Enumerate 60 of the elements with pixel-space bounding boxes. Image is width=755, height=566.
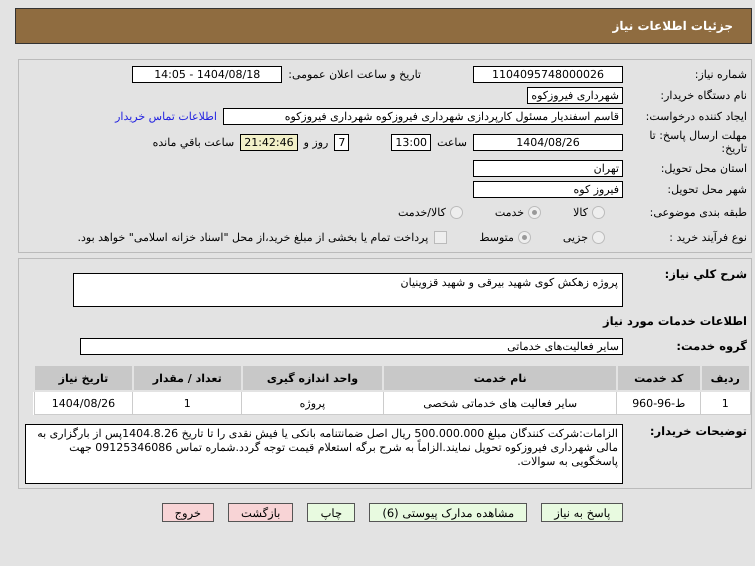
description-field[interactable]: پروژه زهکش کوی شهید بیرقی و شهید قزوینیان xyxy=(73,273,623,307)
action-button[interactable]: پاسخ به نیاز xyxy=(541,503,624,522)
field-label: طبقه بندی موضوعی: xyxy=(648,206,748,218)
deadline-time-field[interactable]: 13:00 xyxy=(391,134,432,150)
buyer-notes-field[interactable]: الزامات:شرکت کنندگان مبلغ 500.000.000 ریال اصل ضمانتنامه بانکی یا فیش نقدی را تا تاریخ 1404.8.26پس از بارگزاری به مالی شهرداری فیروزکوه تحویل نمایند.الزاماً به شرح برگه استعلام قیمت توجه گردد.شماره تماس 09125346086 جهت پاسخگویی به سوالات. xyxy=(25,424,623,484)
column-header: ردیف xyxy=(700,365,750,391)
table-cell: 1 xyxy=(132,391,242,414)
checkbox[interactable] xyxy=(434,230,448,244)
option-label: متوسط xyxy=(479,230,514,244)
table-cell: سایر فعالیت های خدماتی شخصی xyxy=(383,391,617,414)
column-header: واحد اندازه گیری xyxy=(242,365,384,391)
field-label: شهر محل تحویل: xyxy=(666,182,748,196)
option-label: جزیی xyxy=(562,230,588,244)
city-field[interactable]: فیروز کوه xyxy=(473,180,623,198)
field-label: توضیحات خریدار: xyxy=(648,424,748,438)
table-cell: 1 xyxy=(700,391,750,414)
field-label: ساعت xyxy=(437,136,467,148)
radio-button[interactable] xyxy=(528,206,542,218)
province-field[interactable]: تهران xyxy=(473,160,623,176)
field-label: مهلت ارسال پاسخ: تا تاریخ: xyxy=(648,129,748,155)
field-label: تاریخ و ساعت اعلان عمومی: xyxy=(288,68,421,80)
action-button[interactable]: بازگشت xyxy=(228,503,294,522)
radio-button[interactable] xyxy=(592,206,605,218)
radio-button[interactable] xyxy=(592,230,605,244)
column-header: کد خدمت xyxy=(616,365,701,391)
field-label: ساعت باقي مانده xyxy=(152,136,234,148)
announce-date-field[interactable]: 1404/08/18 - 14:05 xyxy=(132,66,282,82)
field-label: شماره نیاز: xyxy=(694,68,748,80)
field-label: استان محل تحویل: xyxy=(660,162,748,174)
field-label: گروه خدمت: xyxy=(675,339,748,353)
service-group-field[interactable]: سایر فعالیت‌های خدماتی xyxy=(80,338,623,354)
option-label: خدمت xyxy=(494,206,524,218)
requester-field[interactable]: قاسم اسفندیار مسئول کارپردازی شهرداری فیروزکوه شهرداری فیروزکوه xyxy=(223,108,623,124)
page-title: جزئیات اطلاعات نیاز xyxy=(612,19,733,33)
field-label: ایجاد کننده درخواست: xyxy=(644,110,748,122)
remaining-time-field[interactable]: 21:42:46 xyxy=(240,134,298,150)
column-header: تاریخ نیاز xyxy=(34,365,133,391)
option-label: کالا/خدمت xyxy=(398,206,446,218)
buyer-org-field[interactable]: شهرداری فیروزکوه xyxy=(527,86,623,104)
column-header: نام خدمت xyxy=(383,365,617,391)
section-heading: اطلاعات خدمات مورد نیاز xyxy=(603,314,748,328)
table-cell: ط-96-960 xyxy=(616,391,701,414)
checkbox-label: پرداخت تمام یا بخشی از مبلغ خرید،از محل "اسناد خزانه اسلامی" خواهد بود. xyxy=(78,230,428,244)
need-number-field[interactable]: 1104095748000026 xyxy=(473,66,623,82)
action-button[interactable]: خروج xyxy=(162,503,214,522)
field-label: روز و xyxy=(304,136,328,148)
option-label: کالا xyxy=(573,206,588,218)
contact-link[interactable]: اطلاعات تماس خریدار xyxy=(115,110,217,122)
column-header: تعداد / مقدار xyxy=(132,365,242,391)
field-label: نوع فرآیند خرید : xyxy=(668,230,748,244)
field-label: نام دستگاه خریدار: xyxy=(659,88,748,102)
field-label: شرح کلي نیاز: xyxy=(664,267,748,281)
radio-button[interactable] xyxy=(450,206,463,218)
days-field[interactable]: 7 xyxy=(334,134,350,150)
radio-button[interactable] xyxy=(518,230,531,244)
action-button[interactable]: چاپ xyxy=(307,503,356,522)
deadline-date-field[interactable]: 1404/08/26 xyxy=(473,134,623,150)
table-cell: 1404/08/26 xyxy=(34,391,133,414)
table-cell: پروژه xyxy=(242,391,384,414)
action-button[interactable]: مشاهده مدارک پیوستی (6) xyxy=(369,503,528,522)
